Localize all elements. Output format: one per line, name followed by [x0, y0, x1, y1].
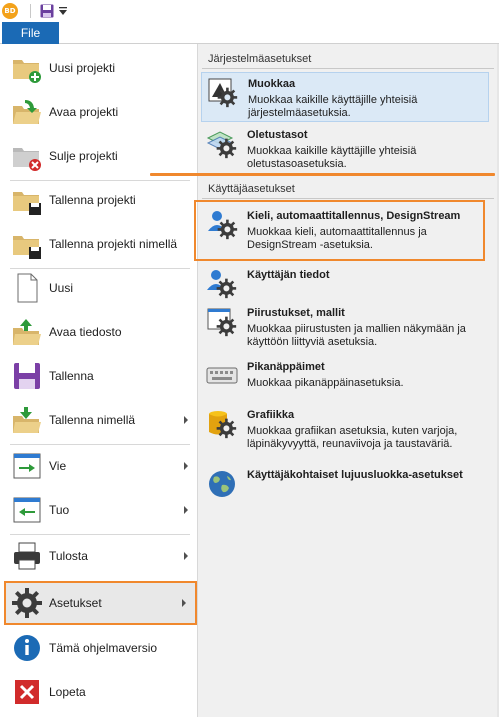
- ribbon-tab-row: File: [0, 22, 499, 44]
- save-as-icon: [13, 407, 41, 433]
- system-settings-icon: [208, 78, 238, 108]
- option-strength-class[interactable]: Käyttäjäkohtaiset lujuusluokka-asetukset: [201, 464, 489, 498]
- submenu-arrow-icon: [182, 599, 186, 607]
- menu-open-file[interactable]: Avaa tiedosto: [4, 310, 197, 354]
- annotation-highlight-line: [150, 173, 495, 176]
- option-default-layers[interactable]: Oletustasot Muokkaa kaikille käyttäjille…: [201, 124, 489, 174]
- menu-save-project[interactable]: Tallenna projekti: [4, 178, 197, 222]
- folder-save-as-icon: [13, 236, 41, 259]
- graphics-icon: [209, 411, 237, 439]
- import-icon: [13, 497, 41, 523]
- floppy-disk-icon[interactable]: [40, 4, 54, 18]
- section-divider: [202, 68, 494, 69]
- option-shortcuts[interactable]: Pikanäppäimet Muokkaa pikanäppäinasetuks…: [201, 356, 489, 396]
- new-document-icon: [17, 273, 38, 303]
- exit-icon: [15, 680, 39, 704]
- toolbar-separator: [30, 4, 31, 18]
- file-tab[interactable]: File: [2, 22, 59, 44]
- menu-close-project[interactable]: Sulje projekti: [4, 134, 197, 178]
- menu-save[interactable]: Tallenna: [4, 354, 197, 398]
- customize-dropdown-icon[interactable]: [59, 6, 67, 16]
- option-graphics[interactable]: Grafiikka Muokkaa grafiikan asetuksia, k…: [201, 404, 489, 460]
- menu-print[interactable]: Tulosta: [4, 534, 197, 578]
- gear-icon: [12, 588, 42, 618]
- app-logo[interactable]: BD: [2, 3, 18, 19]
- option-drawings-models[interactable]: Piirustukset, mallit Muokkaa piirustuste…: [201, 302, 489, 354]
- floppy-disk-icon: [14, 363, 40, 389]
- user-info-icon: [207, 270, 237, 299]
- export-icon: [13, 453, 41, 479]
- submenu-arrow-icon: [184, 462, 188, 470]
- option-language-autosave[interactable]: Kieli, automaattitallennus, DesignStream…: [194, 200, 485, 261]
- menu-import[interactable]: Tuo: [4, 488, 197, 532]
- menu-save-as[interactable]: Tallenna nimellä: [4, 398, 197, 442]
- submenu-arrow-icon: [184, 506, 188, 514]
- folder-add-icon: [13, 60, 41, 83]
- menu-open-project[interactable]: Avaa projekti: [4, 90, 197, 134]
- submenu-arrow-icon: [184, 552, 188, 560]
- menu-about[interactable]: Tämä ohjelmaversio: [4, 626, 197, 670]
- open-file-icon: [13, 319, 41, 345]
- folder-open-icon: [13, 100, 41, 124]
- section-header-system: Järjestelmäasetukset: [208, 53, 312, 65]
- menu-exit[interactable]: Lopeta: [4, 670, 197, 714]
- folder-close-icon: [13, 148, 41, 171]
- drawing-settings-icon: [207, 308, 237, 337]
- menu-new[interactable]: Uusi: [4, 266, 197, 310]
- menu-settings[interactable]: Asetukset: [4, 581, 197, 625]
- quick-access-toolbar: BD: [0, 0, 499, 22]
- menu-new-project[interactable]: Uusi projekti: [4, 46, 197, 90]
- option-edit-system[interactable]: Muokkaa Muokkaa kaikille käyttäjille yht…: [201, 72, 489, 122]
- option-user-info[interactable]: Käyttäjän tiedot: [201, 264, 489, 299]
- globe-icon: [209, 471, 235, 497]
- folder-save-icon: [13, 192, 41, 215]
- printer-icon: [14, 542, 40, 570]
- keyboard-icon: [206, 367, 238, 384]
- menu-save-project-as[interactable]: Tallenna projekti nimellä: [4, 222, 197, 266]
- user-settings-icon: [208, 211, 238, 240]
- submenu-arrow-icon: [184, 416, 188, 424]
- file-menu: Uusi projekti Avaa projekti Sulje projek…: [0, 44, 197, 717]
- settings-panel: Järjestelmäasetukset Muokkaa Muokkaa kai…: [194, 44, 497, 717]
- section-header-user: Käyttäjäasetukset: [208, 183, 295, 195]
- section-divider: [202, 198, 494, 199]
- menu-export[interactable]: Vie: [4, 444, 197, 488]
- info-icon: [14, 635, 40, 661]
- layers-icon: [206, 131, 237, 159]
